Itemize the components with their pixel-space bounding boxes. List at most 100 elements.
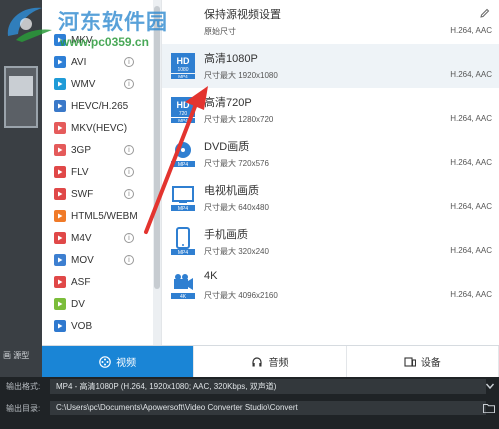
format-file-icon [54,210,66,222]
format-list: MKV AVI i WMV i HEVC/H.265 MKV(HEVC) 3GP i FLV i SW… [42,0,161,345]
preset-size: 尺寸最大 320x240 [204,247,269,256]
info-icon[interactable]: i [124,189,134,199]
preset-size: 尺寸最大 4096x2160 [204,291,278,300]
mp4-badge-text: MP4 [178,74,188,79]
format-item-label: ASF [71,276,91,288]
info-icon[interactable]: i [124,255,134,265]
dvd-icon: MP4 [171,139,195,168]
preset-item[interactable]: MP4 电视机画质尺寸最大 640x480 H.264, AAC [162,176,499,220]
tab-device[interactable]: 设备 [346,346,499,377]
video-thumbnail[interactable] [4,66,38,128]
source-icon [171,7,195,35]
format-item-dv[interactable]: DV [42,293,150,315]
mp4-badge-text: MP4 [178,118,188,123]
preset-codec: H.264, AAC [450,202,492,211]
format-badge-text: MP4 [178,162,189,167]
edit-icon[interactable] [480,8,490,18]
preset-title: 高清1080P [204,53,258,65]
format-item-label: M4V [71,232,92,244]
format-item-hevc-h-265[interactable]: HEVC/H.265 [42,95,150,117]
preset-item[interactable]: MP4 DVD画质 尺寸最大 720x576 H.264, AAC [162,132,499,176]
preset-item[interactable]: 4K 4K 尺寸最大 4096x2160 H.264, AAC [162,264,499,308]
format-item-label: WMV [71,78,96,90]
format-item-label: AVI [71,56,87,68]
format-file-icon [54,122,66,134]
format-item-label: MOV [71,254,94,266]
output-directory-bar: 输出目录: C:\Users\pc\Documents\Apowersoft\V… [0,397,499,429]
preset-item[interactable]: MP4 手机画质 尺寸最大 320x240 H.264, AAC [162,220,499,264]
category-tabs: 视频 音频 设备 [42,345,499,377]
format-item-label: DV [71,298,85,310]
preset-title: DVD画质 [204,141,250,153]
info-icon[interactable]: i [124,233,134,243]
info-icon[interactable]: i [124,145,134,155]
output-format-bar: 输出格式: MP4 - 高清1080P (H.264, 1920x1080; A… [0,377,499,397]
format-item-vob[interactable]: VOB [42,315,150,337]
chevron-down-icon[interactable] [485,381,495,391]
video-reel-icon [99,355,111,368]
preset-codec: H.264, AAC [450,70,492,79]
headphones-icon [251,356,263,368]
folder-icon[interactable] [483,403,495,413]
output-directory-label: 输出目录: [6,404,41,413]
preset-codec: H.264, AAC [450,246,492,255]
info-icon[interactable]: i [124,167,134,177]
tab-device-label: 设备 [420,358,441,369]
format-item-label: 3GP [71,144,92,156]
format-item-label: HTML5/WEBM [71,210,138,222]
format-badge-text: 4K [180,294,187,299]
left-stub-label: 画 源型 [3,351,30,360]
hd-resolution-text: 720 [179,111,188,117]
format-file-icon [54,232,66,244]
format-item-html5-webm[interactable]: HTML5/WEBM [42,205,150,227]
info-icon[interactable]: i [124,79,134,89]
output-directory-field[interactable]: C:\Users\pc\Documents\Apowersoft\Video C… [50,401,486,415]
format-file-icon [54,254,66,266]
format-item-label: SWF [71,188,94,200]
format-item-asf[interactable]: ASF [42,271,150,293]
format-file-icon [54,320,66,332]
preset-item[interactable]: HD 720 MP4 高清720P 尺寸最大 1280x720 H.264, AAC [162,88,499,132]
format-list-scroll-thumb[interactable] [154,6,160,289]
tab-audio[interactable]: 音频 [194,346,347,377]
preset-item[interactable]: 保持源视频设置 原始尺寸 H.264, AAC [162,0,499,44]
preset-item[interactable]: HD 1080 MP4 高清1080P 尺寸最大 1920x1080 H.264, AAC [162,44,499,88]
preset-codec: H.264, AAC [450,290,492,299]
preset-codec: H.264, AAC [450,158,492,167]
format-popup: MKV AVI i WMV i HEVC/H.265 MKV(HEVC) 3GP i FLV i SW… [42,0,499,377]
preset-codec: H.264, AAC [450,114,492,123]
format-item-label: FLV [71,166,89,178]
hd-badge-text: HD [177,56,190,66]
watermark-title: 河东软件园 [58,11,168,34]
format-file-icon [54,276,66,288]
preset-size: 尺寸最大 640x480 [204,203,269,212]
preset-title: 高清720P [204,97,252,109]
tab-video-label: 视频 [116,358,137,369]
phone-icon: MP4 [171,227,195,256]
format-file-icon [54,144,66,156]
preset-list: 保持源视频设置 原始尺寸 H.264, AAC HD 1080 MP4 高清1080P 尺寸最… [161,0,499,345]
format-badge-text: MP4 [178,250,189,255]
tab-video[interactable]: 视频 [42,346,195,377]
preset-size: 尺寸最大 1280x720 [204,115,274,124]
output-format-label: 输出格式: [6,382,41,391]
format-item-label: MKV(HEVC) [71,122,128,134]
tv-icon: MP4 [171,183,195,212]
format-file-icon [54,166,66,178]
4k-icon: 4K [171,271,195,300]
preset-title: 保持源视频设置 [204,9,281,21]
format-file-icon [54,78,66,90]
format-item-label: HEVC/H.265 [71,100,129,112]
preset-title: 电视机画质 [204,185,259,197]
app-background-left [0,0,42,345]
hd-720-icon: HD 720 MP4 [171,95,195,123]
hd-1080-icon: HD 1080 MP4 [171,51,195,79]
output-format-select[interactable]: MP4 - 高清1080P (H.264, 1920x1080; AAC, 32… [50,379,486,394]
tab-audio-label: 音频 [268,358,289,369]
format-file-icon [54,100,66,112]
format-file-icon [54,298,66,310]
preset-codec: H.264, AAC [450,26,492,35]
info-icon[interactable]: i [124,57,134,67]
format-item-mkv-hevc-[interactable]: MKV(HEVC) [42,117,150,139]
hd-badge-text: HD [177,100,190,110]
